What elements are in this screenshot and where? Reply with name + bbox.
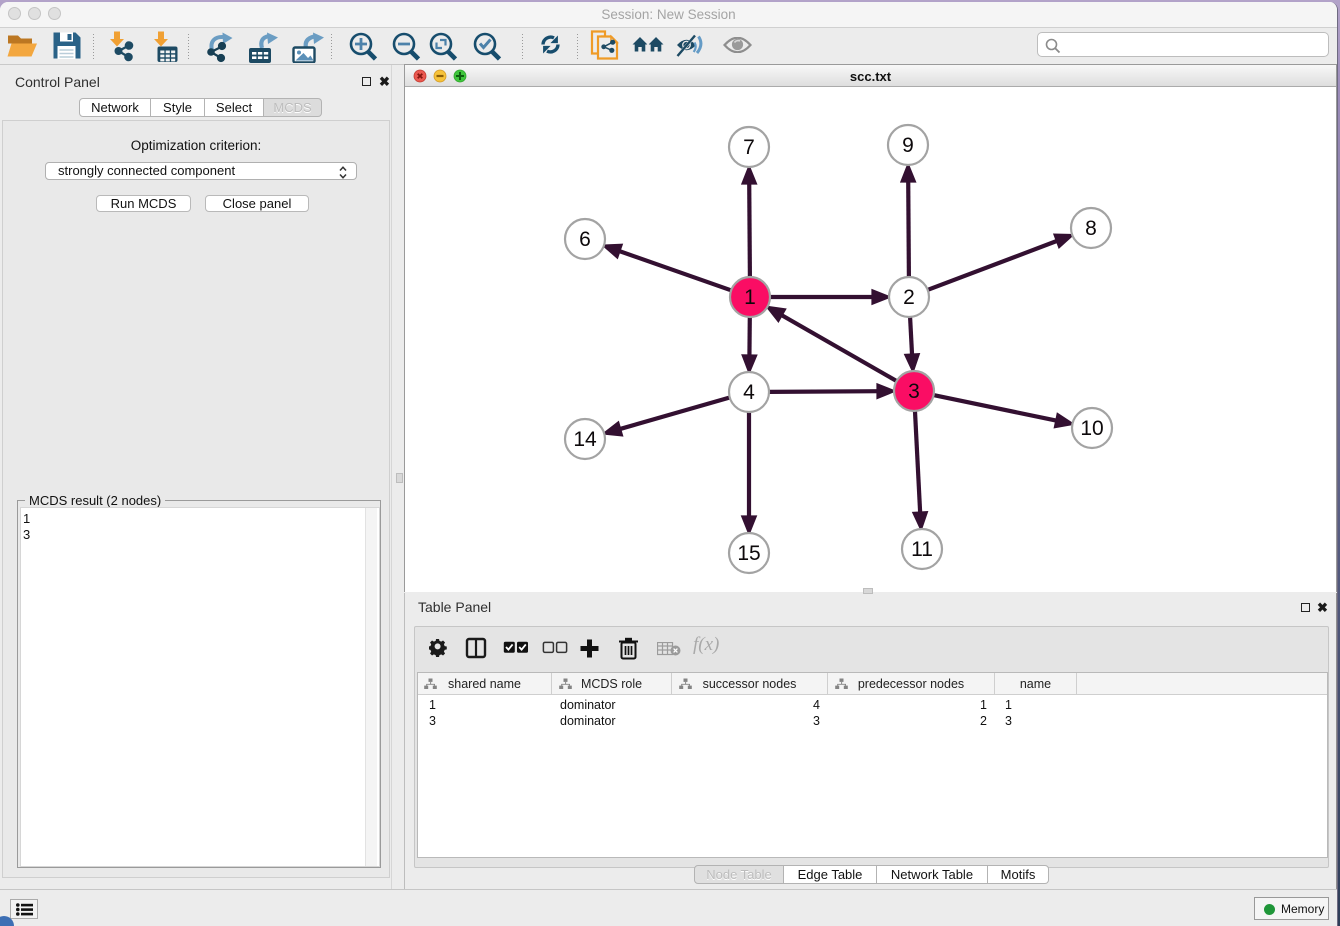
svg-text:7: 7 <box>743 136 755 159</box>
svg-text:15: 15 <box>737 542 760 565</box>
svg-text:8: 8 <box>1085 217 1097 240</box>
svg-text:3: 3 <box>908 380 920 403</box>
svg-text:1: 1 <box>744 286 756 309</box>
svg-text:4: 4 <box>743 381 755 404</box>
svg-text:10: 10 <box>1080 417 1103 440</box>
svg-text:14: 14 <box>573 428 597 451</box>
svg-text:2: 2 <box>903 286 915 309</box>
svg-text:11: 11 <box>911 538 933 561</box>
svg-text:6: 6 <box>579 228 591 251</box>
svg-text:9: 9 <box>902 134 914 157</box>
